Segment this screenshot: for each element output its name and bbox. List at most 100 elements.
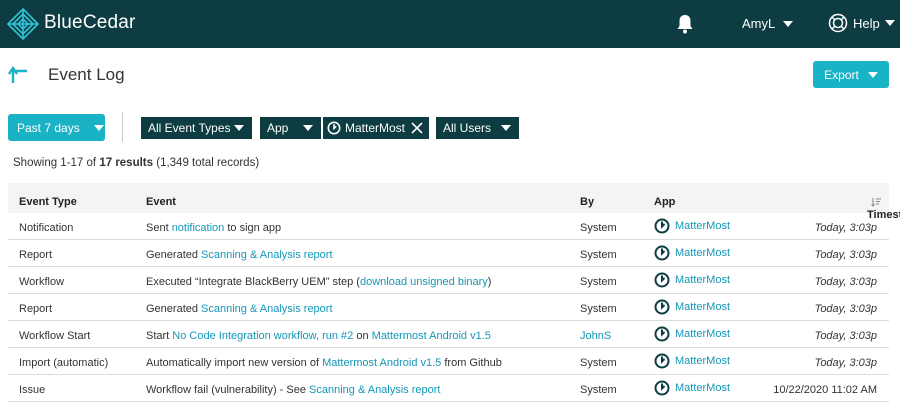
app-link[interactable]: MatterMost — [675, 301, 730, 313]
table-row: Workflow Executed “Integrate BlackBerry U… — [8, 267, 889, 294]
event-link[interactable]: download unsigned binary — [360, 276, 488, 288]
event-cell: Executed “Integrate BlackBerry UEM” step… — [146, 276, 491, 288]
back-arrow-icon[interactable] — [8, 65, 30, 85]
event-cell: Start No Code Integration workflow, run … — [146, 330, 491, 342]
event-link[interactable]: Scanning & Analysis report — [201, 303, 332, 315]
event-type-cell: Report — [19, 249, 53, 261]
app-link[interactable]: MatterMost — [675, 247, 730, 259]
app-cell: MatterMost — [654, 299, 730, 315]
timestamp-cell: Today, 3:03p — [814, 330, 877, 342]
results-summary: Showing 1-17 of 17 results (1,349 total … — [13, 157, 259, 169]
event-cell: Workflow fail (vulnerability) - See Scan… — [146, 384, 440, 396]
event-type-cell: Issue — [19, 384, 46, 396]
event-types-dropdown[interactable]: All Event Types — [141, 117, 252, 139]
app-filter-dropdown[interactable]: App — [260, 117, 321, 139]
event-table: Event Type Event By App Timestamp Notifi… — [8, 183, 900, 402]
help-menu[interactable]: Help — [828, 13, 895, 33]
cedar-logo-icon[interactable] — [6, 7, 40, 41]
sort-icon[interactable] — [871, 197, 881, 207]
app-link[interactable]: MatterMost — [675, 355, 730, 367]
app-cell: MatterMost — [654, 272, 730, 288]
event-cell: Sent notification to sign app — [146, 222, 281, 234]
by-cell: System — [580, 222, 617, 234]
help-label: Help — [853, 15, 880, 31]
table-row: Report Generated Scanning & Analysis repo… — [8, 294, 889, 321]
caret-down-icon — [884, 20, 895, 26]
event-text: from Github — [441, 357, 502, 369]
app-link[interactable]: MatterMost — [675, 220, 730, 232]
caret-down-icon — [783, 20, 794, 27]
user-name: AmyL — [742, 16, 776, 31]
event-link[interactable]: Scanning & Analysis report — [309, 384, 440, 396]
users-dropdown[interactable]: All Users — [436, 117, 519, 139]
results-prefix: Showing 1-17 of — [13, 157, 97, 169]
timestamp-cell: Today, 3:03p — [814, 222, 877, 234]
table-header: Event Type Event By App Timestamp — [8, 183, 900, 221]
app-chip-label: MatterMost — [345, 121, 406, 135]
app-link[interactable]: MatterMost — [675, 382, 730, 394]
export-button[interactable]: Export — [813, 61, 889, 88]
caret-down-icon — [303, 125, 313, 131]
help-lifebuoy-icon — [828, 13, 848, 33]
app-cell: MatterMost — [654, 380, 730, 396]
by-user-link[interactable]: JohnS — [580, 330, 611, 342]
event-type-cell: Workflow — [19, 276, 65, 288]
event-cell: Generated Scanning & Analysis report — [146, 303, 333, 315]
table-row: Import (automatic) Automatically import n… — [8, 348, 889, 375]
event-link[interactable]: Mattermost Android v1.5 — [372, 330, 491, 342]
app-cell: MatterMost — [654, 218, 730, 234]
mattermost-icon — [654, 380, 670, 396]
event-link[interactable]: notification — [172, 222, 225, 234]
date-range-label: Past 7 days — [17, 120, 80, 135]
app-link[interactable]: MatterMost — [675, 328, 730, 340]
table-body: Notification Sent notification to sign ap… — [8, 213, 889, 402]
caret-down-icon — [501, 125, 511, 131]
column-header-event: Event — [146, 196, 176, 208]
export-label: Export — [824, 67, 859, 82]
event-text: Start — [146, 330, 173, 342]
close-icon[interactable] — [411, 121, 423, 135]
by-cell: System — [580, 357, 617, 369]
caret-down-icon — [234, 125, 244, 131]
app-filter-label: App — [267, 121, 289, 135]
event-link[interactable]: Scanning & Analysis report — [201, 249, 332, 261]
app-cell: MatterMost — [654, 326, 730, 342]
event-link[interactable]: No Code Integration workflow, run #2 — [172, 330, 353, 342]
table-row: Workflow Start Start No Code Integration … — [8, 321, 889, 348]
event-text: Generated — [146, 249, 202, 261]
event-text: Executed “Integrate BlackBerry UEM” step… — [146, 276, 360, 288]
column-header-timestamp[interactable]: Timestamp — [867, 196, 900, 221]
mattermost-icon — [654, 299, 670, 315]
by-cell: System — [580, 384, 617, 396]
event-types-label: All Event Types — [148, 121, 231, 135]
timestamp-cell: Today, 3:03p — [814, 276, 877, 288]
event-text: Sent — [146, 222, 172, 234]
event-link[interactable]: Mattermost Android v1.5 — [322, 357, 441, 369]
user-menu[interactable]: AmyL — [742, 16, 794, 31]
mattermost-icon — [654, 326, 670, 342]
timestamp-cell: Today, 3:03p — [814, 249, 877, 261]
app-link[interactable]: MatterMost — [675, 274, 730, 286]
date-range-dropdown[interactable]: Past 7 days — [8, 114, 105, 141]
bell-icon[interactable] — [675, 13, 695, 35]
by-cell: System — [580, 303, 617, 315]
event-text: Workflow fail (vulnerability) - See — [146, 384, 310, 396]
page-title: Event Log — [48, 65, 125, 84]
table-row: Report Generated Scanning & Analysis repo… — [8, 240, 889, 267]
by-cell: System — [580, 249, 617, 261]
by-cell: System — [580, 276, 617, 288]
event-text: Automatically import new version of — [146, 357, 323, 369]
filter-divider — [122, 112, 123, 142]
app-cell: MatterMost — [654, 353, 730, 369]
app-cell: MatterMost — [654, 245, 730, 261]
mattermost-icon — [654, 218, 670, 234]
event-type-cell: Notification — [19, 222, 74, 234]
event-text: ) — [487, 276, 492, 288]
column-header-type: Event Type — [19, 196, 77, 208]
app-filter-chip: MatterMost — [323, 117, 429, 139]
timestamp-cell: Today, 3:03p — [814, 303, 877, 315]
event-text: on — [353, 330, 372, 342]
results-total: (1,349 total records) — [156, 157, 260, 169]
table-row: Notification Sent notification to sign ap… — [8, 213, 889, 240]
mattermost-icon — [654, 272, 670, 288]
